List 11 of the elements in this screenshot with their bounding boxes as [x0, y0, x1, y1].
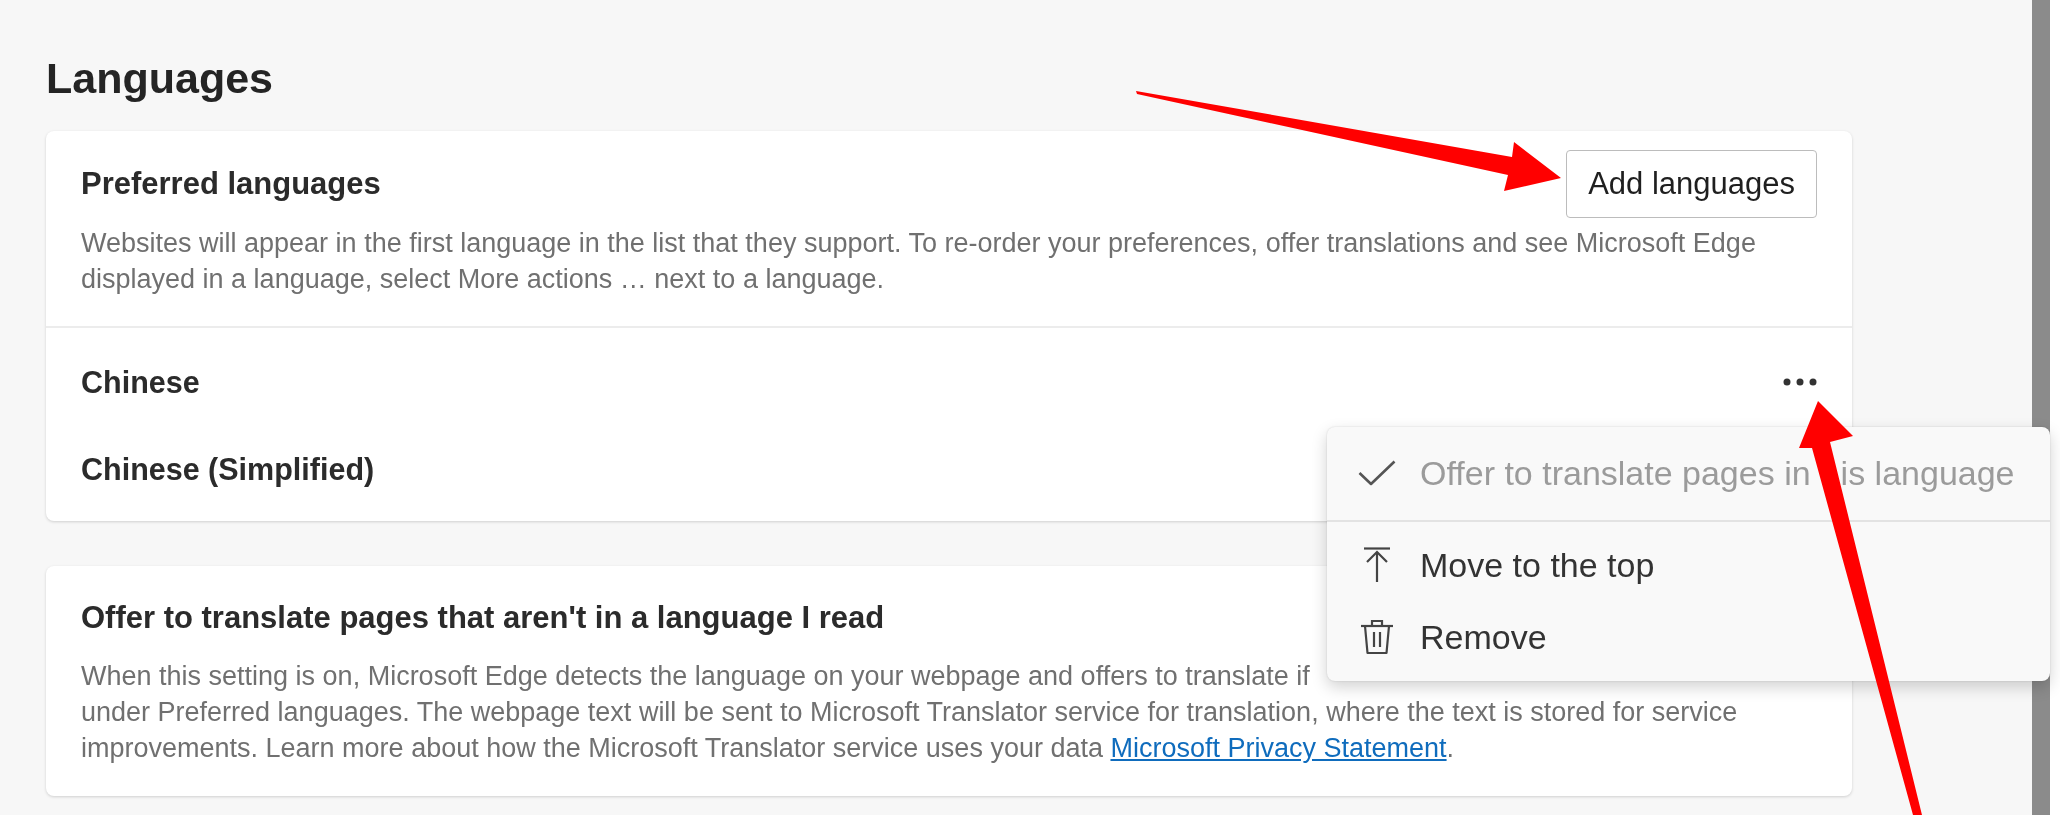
more-actions-button[interactable]	[1783, 378, 1817, 386]
section-description: Websites will appear in the first language in the list that they support. To re-order your preferences, offer translations and see Microsoft Edge displayed in a language, select More actions … next to a language.	[81, 227, 1757, 296]
more-icon	[1783, 378, 1817, 386]
setting-title: Offer to translate pages that aren't in a language I read	[81, 601, 885, 635]
privacy-link[interactable]: Microsoft Privacy Statement	[1110, 733, 1447, 763]
page-title: Languages	[46, 53, 273, 104]
language-name: Chinese (Simplified)	[81, 451, 375, 489]
add-languages-button[interactable]: Add languages	[1566, 150, 1817, 218]
menu-item[interactable]: Move to the top	[1327, 529, 2050, 601]
section-title: Preferred languages	[81, 165, 381, 203]
language-name: Chinese	[81, 364, 200, 401]
